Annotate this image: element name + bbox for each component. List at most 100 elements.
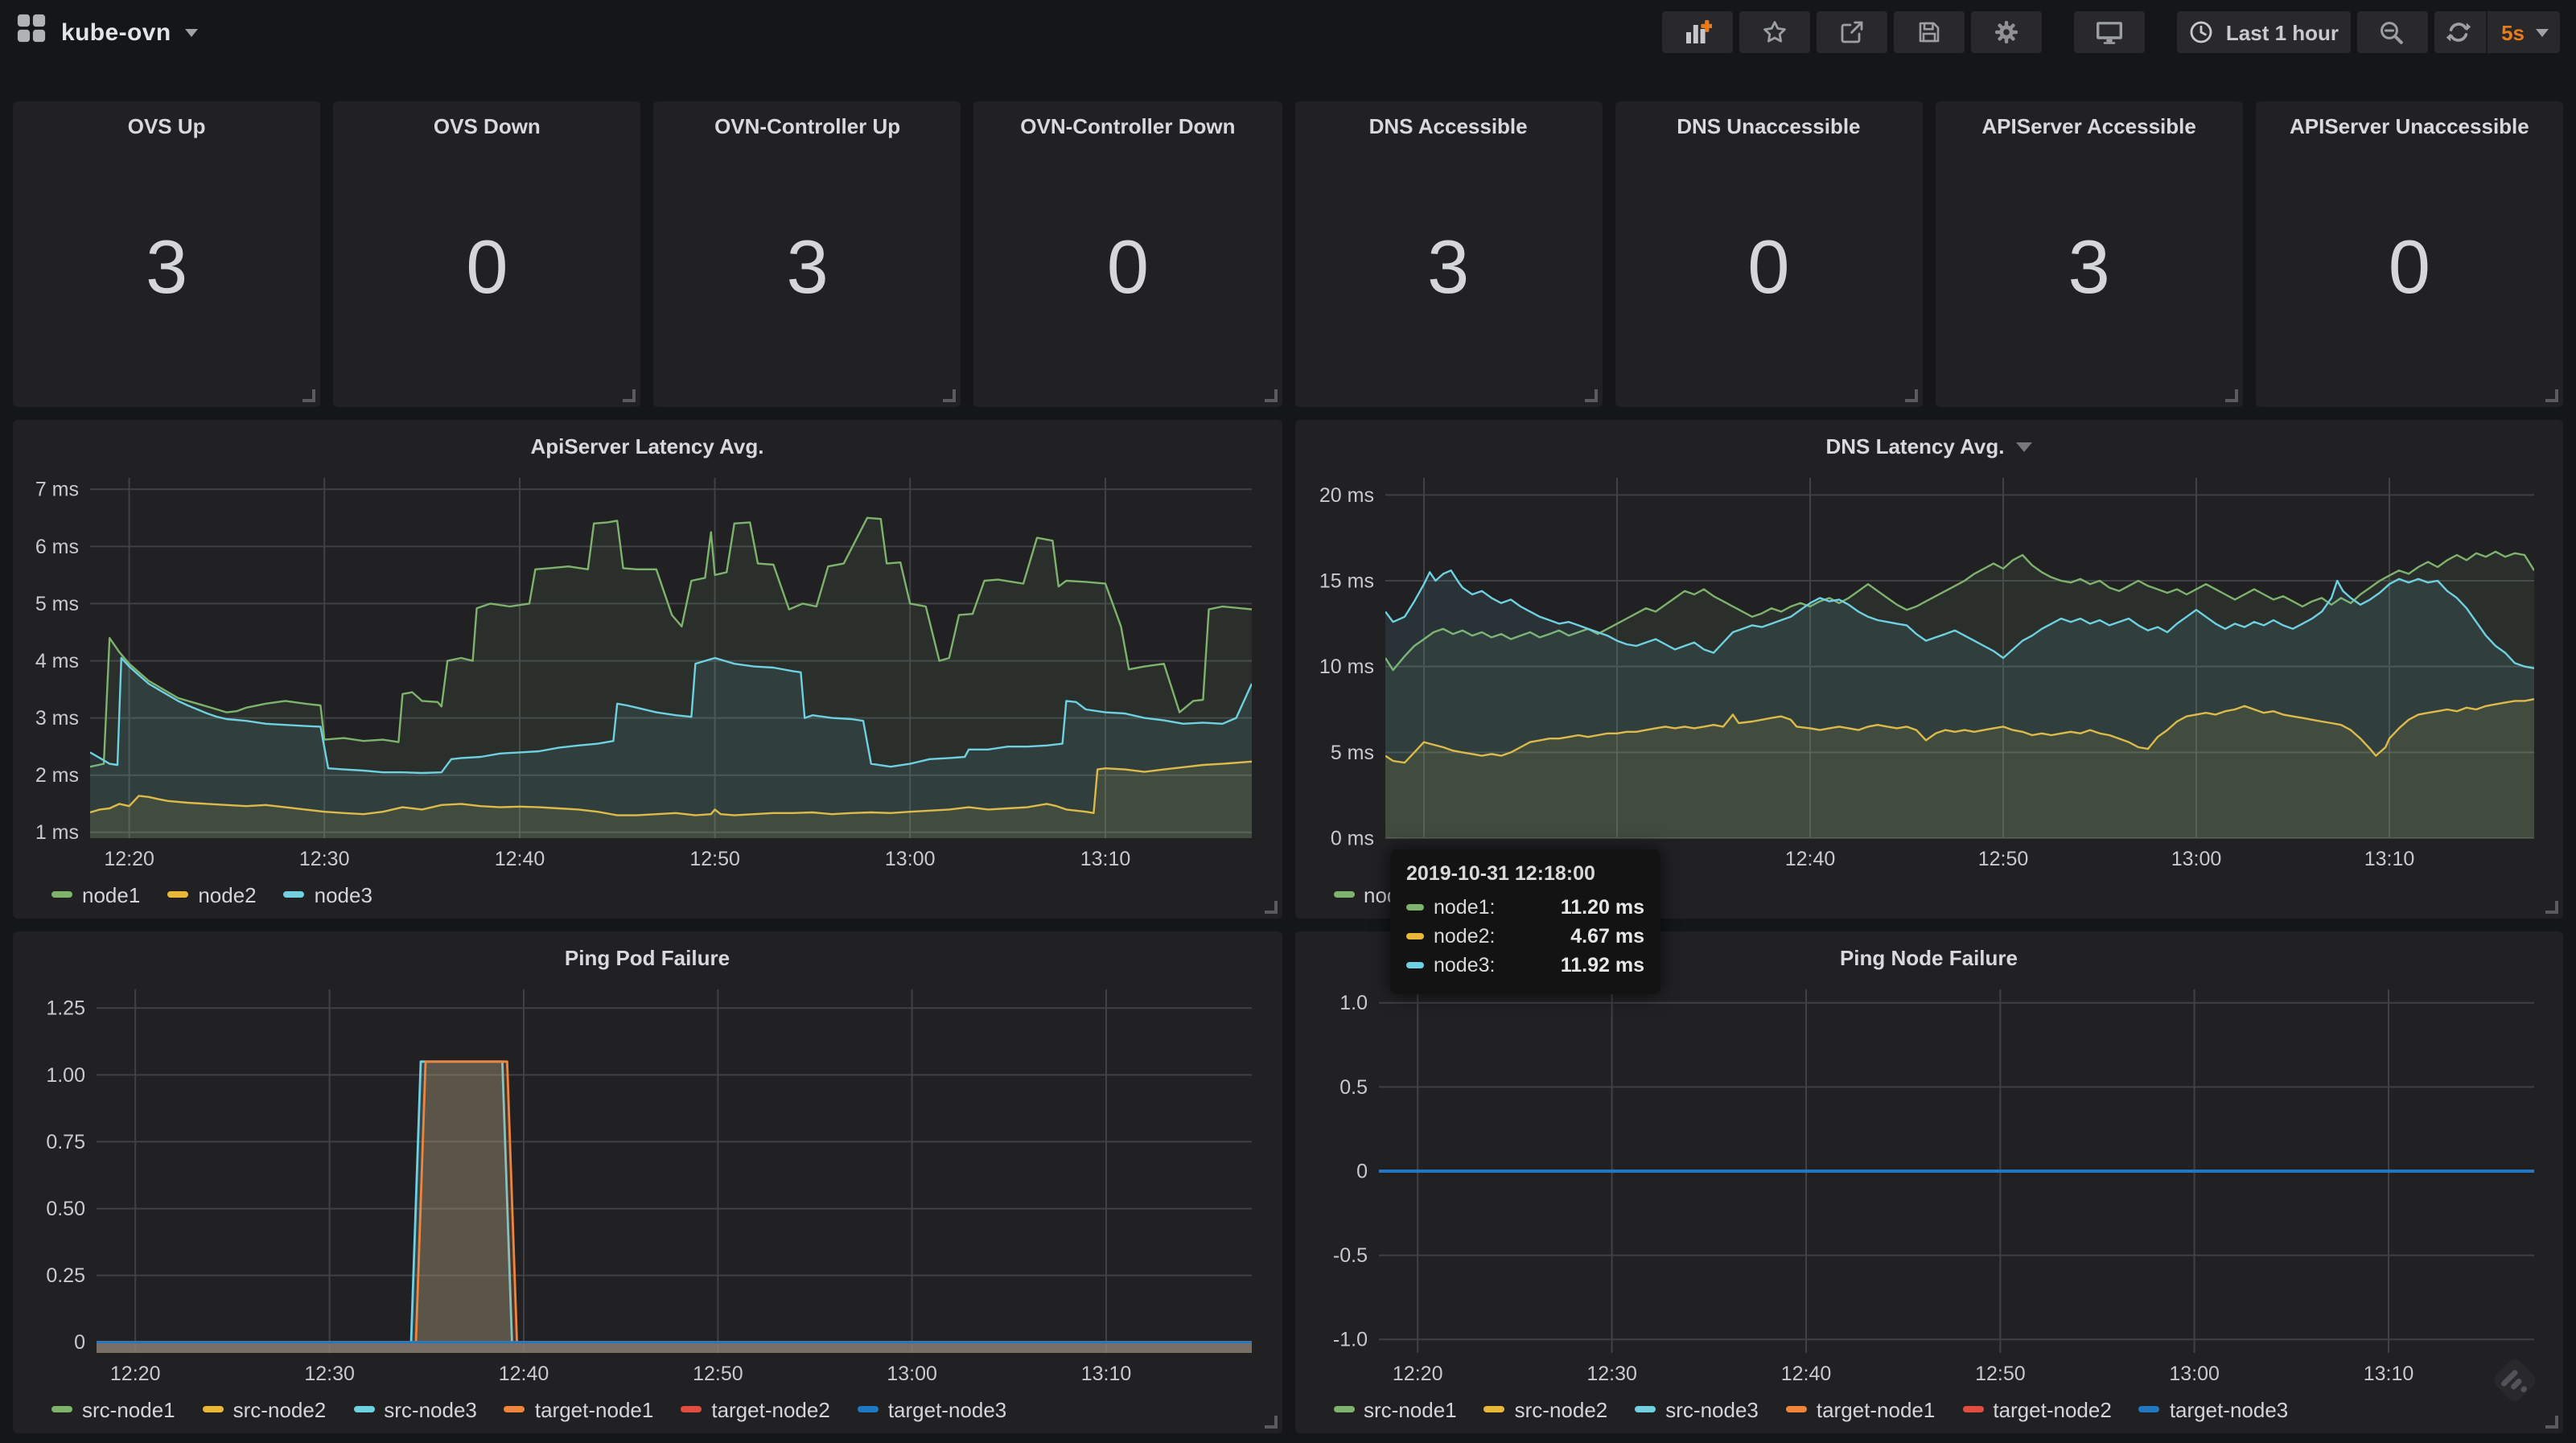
stat-panel-title[interactable]: DNS Accessible <box>1294 101 1602 150</box>
panel-title-text: Ping Pod Failure <box>565 945 730 969</box>
share-icon <box>1840 19 1866 45</box>
legend-swatch <box>1484 1406 1505 1412</box>
settings-button[interactable] <box>1972 11 2043 53</box>
legend-item-target-node1[interactable]: target-node1 <box>1786 1397 1935 1421</box>
legend-item-target-node2[interactable]: target-node2 <box>681 1397 829 1421</box>
chevron-down-icon <box>186 28 199 36</box>
tooltip-rows: node1:11.20 msnode2:4.67 msnode3:11.92 m… <box>1406 896 1644 976</box>
navbar-actions: Last 1 hour <box>1656 11 2560 53</box>
legend: node1 node2 node3 <box>26 874 1269 915</box>
save-button[interactable] <box>1895 11 1965 53</box>
x-axis-labels: 12:2012:3012:4012:5013:0013:10 <box>110 1363 1131 1385</box>
panel-resize-handle[interactable] <box>2545 389 2558 402</box>
svg-text:10 ms: 10 ms <box>1319 656 1373 678</box>
legend-item-src-node3[interactable]: src-node3 <box>1635 1397 1759 1421</box>
legend-label: target-node1 <box>1817 1397 1935 1421</box>
refresh-interval-label: 5s <box>2501 20 2525 44</box>
star-icon <box>1763 19 1788 45</box>
grid-lines <box>97 989 1252 1353</box>
legend-item-src-node2[interactable]: src-node2 <box>1484 1397 1608 1421</box>
panel-menu-caret-icon[interactable] <box>2016 442 2032 452</box>
panel-resize-handle[interactable] <box>623 389 636 402</box>
ping-pod-failure-chart[interactable]: 00.250.500.751.001.2512:2012:3012:4012:5… <box>26 980 1268 1388</box>
tooltip-series-value: 11.92 ms <box>1561 954 1644 976</box>
dashboard-title[interactable]: kube-ovn <box>61 18 171 46</box>
svg-text:12:20: 12:20 <box>104 848 154 870</box>
svg-text:12:50: 12:50 <box>693 1363 743 1385</box>
legend-item-src-node1[interactable]: src-node1 <box>1333 1397 1457 1421</box>
legend-item-node1[interactable]: node1 <box>51 882 140 906</box>
legend-label: src-node2 <box>233 1397 327 1421</box>
svg-text:2 ms: 2 ms <box>35 764 79 787</box>
legend-item-node3[interactable]: node3 <box>284 882 372 906</box>
monitor-icon <box>2096 19 2125 45</box>
series-line-src-node3 <box>97 1062 1252 1342</box>
legend-label: target-node2 <box>1993 1397 2111 1421</box>
refresh-button[interactable]: 5s <box>2434 11 2560 53</box>
legend-item-target-node3[interactable]: target-node3 <box>858 1397 1006 1421</box>
stat-panel-title[interactable]: OVS Up <box>13 101 320 150</box>
ping-node-failure-chart[interactable]: -1.0-0.500.51.012:2012:3012:4012:5013:00… <box>1307 980 2549 1388</box>
svg-text:12:50: 12:50 <box>1974 1363 2025 1385</box>
panel-resize-handle[interactable] <box>1584 389 1597 402</box>
legend-item-target-node1[interactable]: target-node1 <box>504 1397 653 1421</box>
panel-resize-handle[interactable] <box>1264 901 1277 914</box>
svg-text:12:50: 12:50 <box>689 848 740 870</box>
legend-item-src-node2[interactable]: src-node2 <box>203 1397 327 1421</box>
star-button[interactable] <box>1740 11 1811 53</box>
legend-item-target-node3[interactable]: target-node3 <box>2139 1397 2288 1421</box>
apiserver-latency-chart[interactable]: 1 ms2 ms3 ms4 ms5 ms6 ms7 ms12:2012:3012… <box>26 468 1268 874</box>
series-fill-target-node3 <box>97 1342 1252 1353</box>
stat-panel-title[interactable]: APIServer Unaccessible <box>2256 101 2563 150</box>
legend-item-src-node3[interactable]: src-node3 <box>353 1397 477 1421</box>
legend-item-node2[interactable]: node2 <box>167 882 256 906</box>
svg-text:20 ms: 20 ms <box>1319 484 1373 507</box>
panel-title[interactable]: Ping Pod Failure <box>26 935 1269 980</box>
stat-panel-title[interactable]: OVS Down <box>333 101 640 150</box>
add-panel-button[interactable] <box>1663 11 1734 53</box>
panel-resize-handle[interactable] <box>1264 1416 1277 1429</box>
svg-text:12:40: 12:40 <box>1784 848 1835 870</box>
panel-resize-handle[interactable] <box>2545 1416 2558 1429</box>
legend: src-node1 src-node2 src-node3 target-node1 t… <box>26 1388 1269 1430</box>
series-line-target-node1 <box>97 1062 1252 1342</box>
panel-resize-handle[interactable] <box>1905 389 1918 402</box>
time-range-button[interactable]: Last 1 hour <box>2178 11 2350 53</box>
panel-title[interactable]: ApiServer Latency Avg. <box>26 423 1269 468</box>
stat-panel-value: 0 <box>333 150 640 407</box>
legend-swatch <box>504 1406 525 1412</box>
panel-resize-handle[interactable] <box>2225 389 2238 402</box>
kiosk-mode-button[interactable] <box>2075 11 2146 53</box>
panel-resize-handle[interactable] <box>944 389 957 402</box>
legend-item-src-node1[interactable]: src-node1 <box>51 1397 175 1421</box>
zoom-out-icon <box>2378 18 2405 46</box>
panel-title[interactable]: DNS Latency Avg. <box>1307 423 2550 468</box>
legend-swatch <box>353 1406 374 1412</box>
stat-panel-title[interactable]: APIServer Accessible <box>1936 101 2243 150</box>
navbar: kube-ovn <box>0 0 2576 64</box>
svg-text:13:10: 13:10 <box>1080 848 1131 870</box>
svg-text:4 ms: 4 ms <box>35 650 79 672</box>
panel-resize-handle[interactable] <box>1264 389 1277 402</box>
share-button[interactable] <box>1817 11 1888 53</box>
legend-item-target-node2[interactable]: target-node2 <box>1962 1397 2111 1421</box>
series-fill-src-node3 <box>97 1062 1252 1353</box>
stat-panel-title[interactable]: OVN-Controller Down <box>974 101 1282 150</box>
dns-latency-chart[interactable]: 0 ms5 ms10 ms15 ms20 ms12:2012:3012:4012… <box>1307 468 2549 874</box>
panel-resize-handle[interactable] <box>302 389 315 402</box>
panel-resize-handle[interactable] <box>2545 901 2558 914</box>
zoom-out-button[interactable] <box>2356 11 2427 53</box>
stat-panel-title[interactable]: OVN-Controller Up <box>654 101 961 150</box>
svg-text:0 ms: 0 ms <box>1330 827 1373 849</box>
tooltip-series-swatch <box>1406 963 1424 968</box>
legend-label: src-node1 <box>82 1397 175 1421</box>
panel-dns-latency: DNS Latency Avg. 0 ms5 ms10 ms15 ms20 ms… <box>1294 420 2563 919</box>
legend-swatch <box>51 1406 72 1412</box>
stat-panel-4: DNS Accessible3 <box>1294 101 1602 407</box>
stat-panel-value: 0 <box>974 150 1282 407</box>
svg-text:-0.5: -0.5 <box>1332 1244 1367 1267</box>
dashboard-title-group[interactable]: kube-ovn <box>16 13 199 51</box>
stat-panel-title[interactable]: DNS Unaccessible <box>1615 101 1922 150</box>
svg-text:12:40: 12:40 <box>495 848 545 870</box>
tooltip-series-name: node1: <box>1434 896 1495 919</box>
